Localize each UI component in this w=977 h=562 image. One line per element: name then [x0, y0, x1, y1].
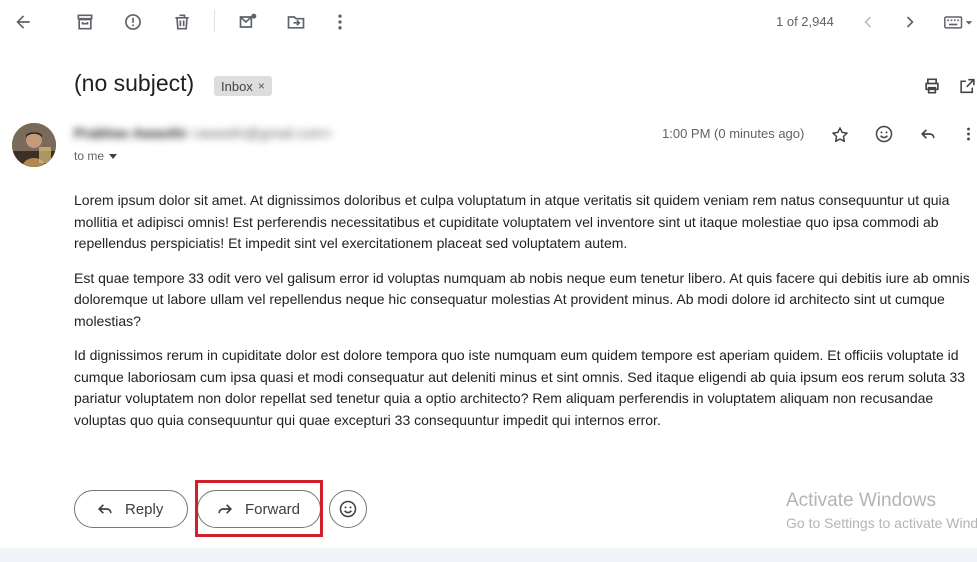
body-paragraph: Lorem ipsum dolor sit amet. At dignissim… — [74, 192, 950, 251]
open-new-window-icon[interactable] — [958, 74, 977, 98]
message-more-icon[interactable] — [960, 122, 977, 146]
activate-windows-subtitle: Go to Settings to activate Windows. — [786, 515, 977, 531]
inbox-label-chip[interactable]: Inbox × — [214, 76, 272, 96]
body-paragraph: Est quae tempore 33 odit vero vel galisu… — [74, 269, 970, 329]
print-icon[interactable] — [920, 74, 944, 98]
activate-windows-title: Activate Windows — [786, 490, 936, 511]
reply-button[interactable]: Reply — [74, 490, 188, 528]
sender-name: Prabhav Awasthi — [74, 125, 187, 141]
mark-unread-icon[interactable] — [236, 10, 260, 34]
recipient-text: to me — [74, 149, 105, 163]
reply-arrow-icon — [97, 504, 112, 514]
pager-count: 1 of 2,944 — [776, 14, 834, 29]
star-icon[interactable] — [828, 123, 852, 147]
body-paragraph: Id dignissimos rerum in cupiditate dolor… — [74, 347, 966, 428]
add-reaction-icon[interactable] — [872, 122, 896, 146]
reply-label: Reply — [125, 500, 164, 518]
more-vert-icon[interactable] — [328, 10, 352, 34]
emoji-reaction-button[interactable] — [329, 490, 367, 528]
toolbar-divider — [214, 10, 215, 32]
report-spam-icon[interactable] — [121, 10, 145, 34]
recipient-details[interactable]: to me — [74, 149, 118, 163]
remove-label-icon[interactable]: × — [258, 79, 265, 93]
smiley-icon — [339, 500, 357, 518]
move-to-icon[interactable] — [284, 10, 308, 34]
bottom-strip — [0, 548, 977, 562]
email-subject: (no subject) — [74, 70, 195, 96]
email-body: Lorem ipsum dolor sit amet. At dignissim… — [74, 190, 974, 444]
back-arrow-icon[interactable] — [11, 10, 35, 34]
older-chevron-icon[interactable] — [898, 10, 922, 34]
sender-avatar[interactable] — [12, 123, 56, 167]
sender-info[interactable]: Prabhav Awasthi <awasthi@gmail.com> — [74, 125, 332, 141]
keyboard-input-icon[interactable] — [940, 10, 977, 34]
reply-icon[interactable] — [916, 122, 940, 146]
caret-down-icon — [109, 154, 118, 159]
archive-icon[interactable] — [73, 10, 97, 34]
label-text: Inbox — [221, 78, 253, 94]
email-timestamp: 1:00 PM (0 minutes ago) — [662, 126, 805, 141]
newer-chevron-icon[interactable] — [856, 10, 880, 34]
delete-icon[interactable] — [170, 10, 194, 34]
sender-email: <awasthi@gmail.com> — [190, 125, 332, 141]
forward-highlight-box — [195, 480, 323, 537]
